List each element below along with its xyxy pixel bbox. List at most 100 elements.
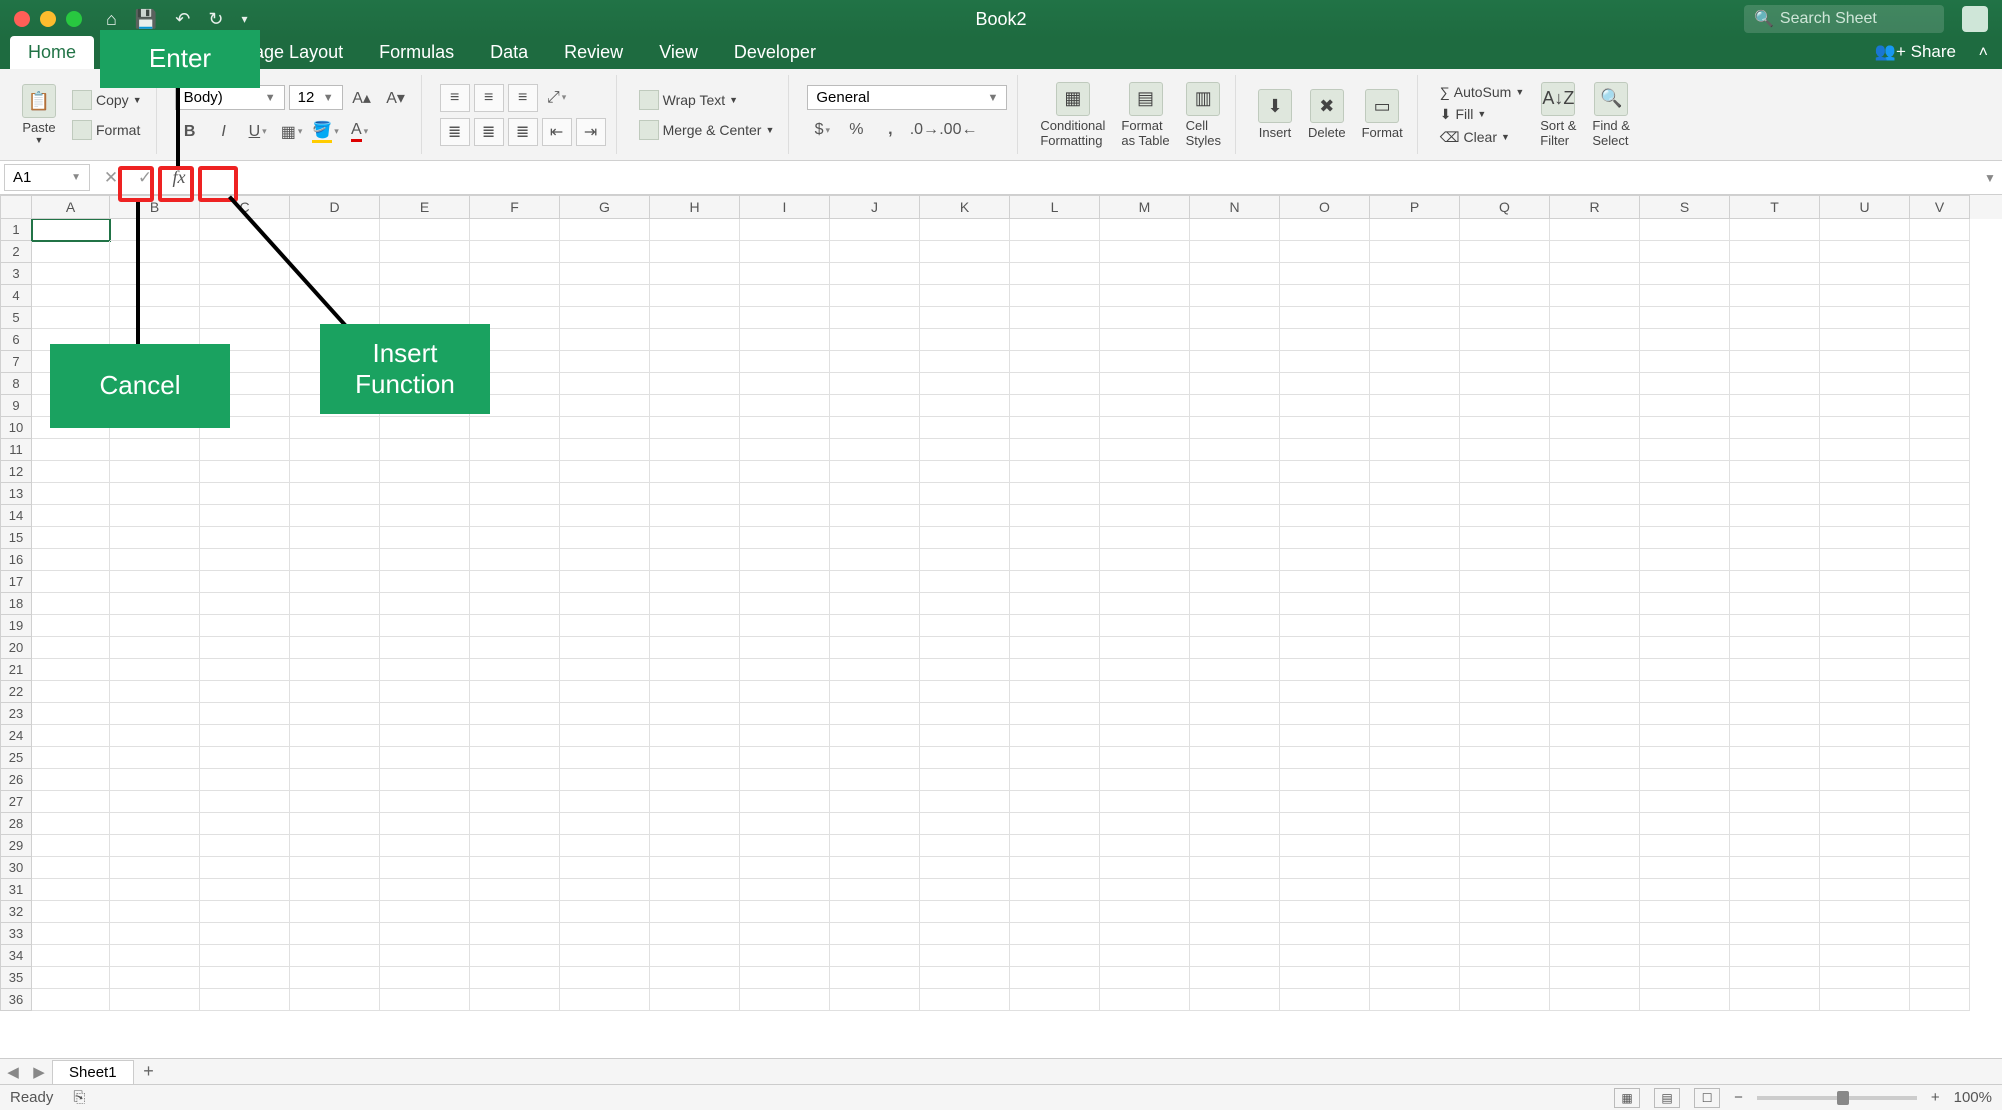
- cell-C12[interactable]: [200, 461, 290, 483]
- cell-D11[interactable]: [290, 439, 380, 461]
- cell-G28[interactable]: [560, 813, 650, 835]
- cell-V27[interactable]: [1910, 791, 1970, 813]
- cell-A2[interactable]: [32, 241, 110, 263]
- cell-S15[interactable]: [1640, 527, 1730, 549]
- cell-S9[interactable]: [1640, 395, 1730, 417]
- cell-P35[interactable]: [1370, 967, 1460, 989]
- cell-M16[interactable]: [1100, 549, 1190, 571]
- cell-G27[interactable]: [560, 791, 650, 813]
- cell-O25[interactable]: [1280, 747, 1370, 769]
- cell-L3[interactable]: [1010, 263, 1100, 285]
- cell-B2[interactable]: [110, 241, 200, 263]
- cell-S25[interactable]: [1640, 747, 1730, 769]
- cell-T19[interactable]: [1730, 615, 1820, 637]
- cell-V10[interactable]: [1910, 417, 1970, 439]
- cell-T31[interactable]: [1730, 879, 1820, 901]
- merge-center-button[interactable]: Merge & Center ▼: [635, 118, 779, 142]
- cell-O22[interactable]: [1280, 681, 1370, 703]
- cell-V17[interactable]: [1910, 571, 1970, 593]
- cell-I7[interactable]: [740, 351, 830, 373]
- cell-U32[interactable]: [1820, 901, 1910, 923]
- cell-Q22[interactable]: [1460, 681, 1550, 703]
- cell-O21[interactable]: [1280, 659, 1370, 681]
- cell-H24[interactable]: [650, 725, 740, 747]
- cell-L6[interactable]: [1010, 329, 1100, 351]
- cell-R7[interactable]: [1550, 351, 1640, 373]
- cell-D34[interactable]: [290, 945, 380, 967]
- cell-R9[interactable]: [1550, 395, 1640, 417]
- cell-O1[interactable]: [1280, 219, 1370, 241]
- cell-K25[interactable]: [920, 747, 1010, 769]
- cell-Q28[interactable]: [1460, 813, 1550, 835]
- cell-T23[interactable]: [1730, 703, 1820, 725]
- cell-A1[interactable]: [32, 219, 110, 241]
- cell-Q27[interactable]: [1460, 791, 1550, 813]
- cell-I8[interactable]: [740, 373, 830, 395]
- cell-A24[interactable]: [32, 725, 110, 747]
- cell-P13[interactable]: [1370, 483, 1460, 505]
- cell-C32[interactable]: [200, 901, 290, 923]
- cell-D16[interactable]: [290, 549, 380, 571]
- cell-D23[interactable]: [290, 703, 380, 725]
- cell-V29[interactable]: [1910, 835, 1970, 857]
- cell-U10[interactable]: [1820, 417, 1910, 439]
- cell-U7[interactable]: [1820, 351, 1910, 373]
- cell-M13[interactable]: [1100, 483, 1190, 505]
- cell-P14[interactable]: [1370, 505, 1460, 527]
- cell-C25[interactable]: [200, 747, 290, 769]
- cell-J25[interactable]: [830, 747, 920, 769]
- cell-D21[interactable]: [290, 659, 380, 681]
- cell-S7[interactable]: [1640, 351, 1730, 373]
- cell-O19[interactable]: [1280, 615, 1370, 637]
- cell-K4[interactable]: [920, 285, 1010, 307]
- cell-F30[interactable]: [470, 857, 560, 879]
- cell-D31[interactable]: [290, 879, 380, 901]
- cell-H18[interactable]: [650, 593, 740, 615]
- cell-P23[interactable]: [1370, 703, 1460, 725]
- cell-C35[interactable]: [200, 967, 290, 989]
- cell-F16[interactable]: [470, 549, 560, 571]
- cell-M20[interactable]: [1100, 637, 1190, 659]
- cell-M18[interactable]: [1100, 593, 1190, 615]
- cell-E30[interactable]: [380, 857, 470, 879]
- cell-K7[interactable]: [920, 351, 1010, 373]
- cell-G21[interactable]: [560, 659, 650, 681]
- font-size-select[interactable]: 12▼: [289, 85, 343, 110]
- cell-O9[interactable]: [1280, 395, 1370, 417]
- cell-Q1[interactable]: [1460, 219, 1550, 241]
- cell-M15[interactable]: [1100, 527, 1190, 549]
- cell-E32[interactable]: [380, 901, 470, 923]
- cell-E4[interactable]: [380, 285, 470, 307]
- cell-C11[interactable]: [200, 439, 290, 461]
- cell-V14[interactable]: [1910, 505, 1970, 527]
- cell-M30[interactable]: [1100, 857, 1190, 879]
- cell-E34[interactable]: [380, 945, 470, 967]
- cell-J23[interactable]: [830, 703, 920, 725]
- cell-B16[interactable]: [110, 549, 200, 571]
- row-header-10[interactable]: 10: [0, 417, 32, 439]
- cell-Q24[interactable]: [1460, 725, 1550, 747]
- row-header-11[interactable]: 11: [0, 439, 32, 461]
- cell-J6[interactable]: [830, 329, 920, 351]
- cell-F19[interactable]: [470, 615, 560, 637]
- cell-U5[interactable]: [1820, 307, 1910, 329]
- cell-K24[interactable]: [920, 725, 1010, 747]
- col-header-O[interactable]: O: [1280, 195, 1370, 219]
- cell-P19[interactable]: [1370, 615, 1460, 637]
- cell-O6[interactable]: [1280, 329, 1370, 351]
- row-header-35[interactable]: 35: [0, 967, 32, 989]
- cell-L24[interactable]: [1010, 725, 1100, 747]
- cell-L31[interactable]: [1010, 879, 1100, 901]
- cell-H16[interactable]: [650, 549, 740, 571]
- cell-I26[interactable]: [740, 769, 830, 791]
- cell-U12[interactable]: [1820, 461, 1910, 483]
- cell-Q15[interactable]: [1460, 527, 1550, 549]
- cell-A33[interactable]: [32, 923, 110, 945]
- cell-V28[interactable]: [1910, 813, 1970, 835]
- cell-I36[interactable]: [740, 989, 830, 1011]
- cell-R6[interactable]: [1550, 329, 1640, 351]
- cell-H27[interactable]: [650, 791, 740, 813]
- cell-K18[interactable]: [920, 593, 1010, 615]
- cell-I9[interactable]: [740, 395, 830, 417]
- cell-M32[interactable]: [1100, 901, 1190, 923]
